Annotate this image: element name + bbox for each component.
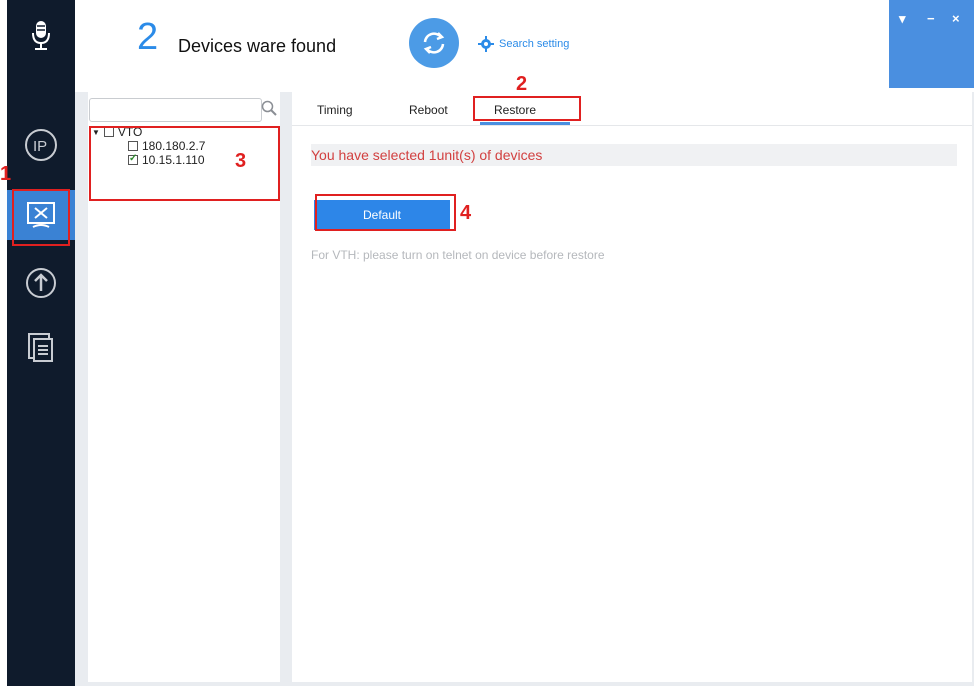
devices-found-label: Devices ware found <box>178 36 337 56</box>
tab-bar: Timing Reboot Restore <box>292 92 972 126</box>
annotation-box-4 <box>315 194 456 231</box>
refresh-button[interactable] <box>409 18 459 68</box>
search-setting-button[interactable]: Search setting <box>478 36 569 52</box>
left-sidebar: IP <box>7 0 75 686</box>
search-input[interactable] <box>89 98 262 122</box>
window-controls: ▾ − × <box>889 0 974 88</box>
annotation-number-2: 2 <box>516 73 528 95</box>
search-icon[interactable] <box>261 100 277 116</box>
annotation-number-1: 1 <box>0 163 12 185</box>
restore-note: For VTH: please turn on telnet on device… <box>311 248 605 262</box>
search-setting-label: Search setting <box>499 38 570 50</box>
tab-reboot[interactable]: Reboot <box>409 103 448 117</box>
ip-icon[interactable]: IP <box>7 120 75 170</box>
annotation-number-4: 4 <box>460 202 472 224</box>
refresh-icon <box>423 32 445 54</box>
minimize-icon[interactable]: − <box>927 11 935 26</box>
svg-text:IP: IP <box>33 138 47 155</box>
selected-devices-message: You have selected 1unit(s) of devices <box>311 144 957 166</box>
active-tab-indicator <box>480 122 570 125</box>
tab-timing[interactable]: Timing <box>317 103 353 117</box>
device-count: 2 <box>137 16 159 58</box>
close-icon[interactable]: × <box>952 11 960 26</box>
menu-dropdown-icon[interactable]: ▾ <box>899 11 906 27</box>
document-icon[interactable] <box>7 322 75 372</box>
annotation-box-3 <box>89 126 280 201</box>
annotation-number-3: 3 <box>235 150 247 172</box>
gear-icon <box>478 36 494 52</box>
upgrade-icon[interactable] <box>7 258 75 308</box>
main-panel: Timing Reboot Restore You have selected … <box>292 92 972 682</box>
annotation-box-2 <box>473 96 581 121</box>
microphone-icon[interactable] <box>7 10 75 60</box>
annotation-box-1 <box>12 189 70 246</box>
